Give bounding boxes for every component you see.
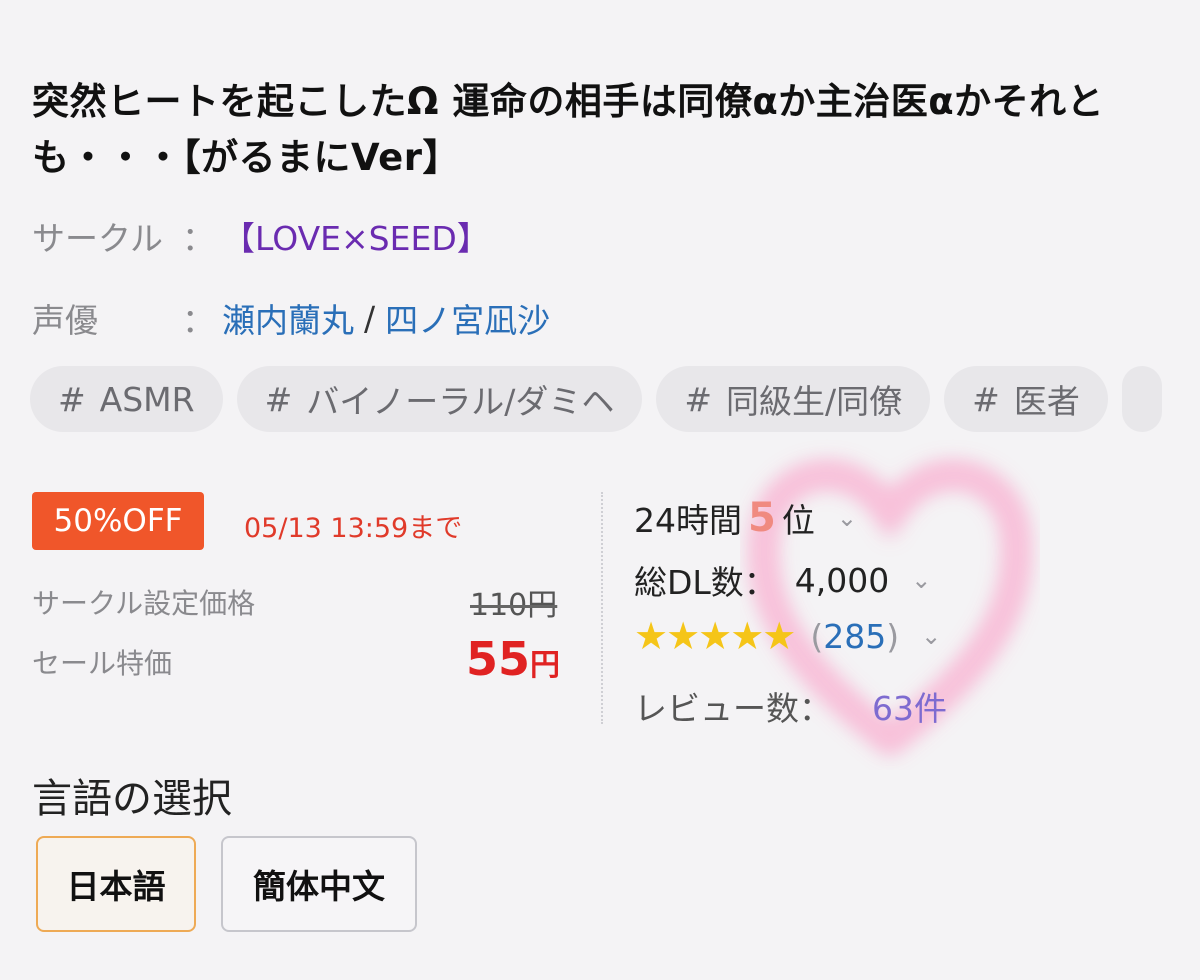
tag-chip[interactable]: # ASMR xyxy=(30,366,223,432)
sale-deadline: 05/13 13:59まで xyxy=(244,513,463,544)
circle-price-label: サークル設定価格 xyxy=(32,587,256,620)
tag-list: # ASMR # バイノーラル/ダミヘ # 同級生/同僚 # 医者 xyxy=(30,366,1200,432)
star-rating-icon: ★★★★★ xyxy=(634,614,796,658)
discount-badge: 50%OFF xyxy=(32,492,204,550)
voice-actor-link[interactable]: 瀬内蘭丸 xyxy=(222,294,354,342)
circle-link[interactable]: 【LOVE×SEED】 xyxy=(222,212,490,260)
circle-colon: ： xyxy=(182,219,215,258)
hash-icon: # xyxy=(684,379,713,419)
sale-price-number: 55 xyxy=(466,632,531,686)
rank-suffix: 位 xyxy=(781,501,815,540)
tag-chip[interactable]: # 同級生/同僚 xyxy=(656,366,931,432)
downloads-label: 総DL数： xyxy=(634,563,777,602)
tag-chip-partial[interactable] xyxy=(1121,366,1162,432)
product-title: 突然ヒートを起こしたΩ 運命の相手は同僚αか主治医αかそれとも・・・【がるまにV… xyxy=(32,80,1105,179)
tag-label: 医者 xyxy=(1013,382,1080,421)
language-option-japanese[interactable]: 日本語 xyxy=(36,836,196,932)
sale-price-label: セール特価 xyxy=(32,647,173,680)
hash-icon: # xyxy=(58,379,86,419)
language-section-title: 言語の選択 xyxy=(32,776,232,822)
tag-label: 同級生/同僚 xyxy=(726,382,903,421)
rank-number: 5 xyxy=(748,495,776,541)
sale-price: 55円 xyxy=(466,632,560,686)
tag-label: ASMR xyxy=(99,379,195,419)
tag-chip[interactable]: # 医者 xyxy=(944,366,1108,432)
rating-paren-open: ( xyxy=(810,616,824,656)
hash-icon: # xyxy=(972,379,1000,419)
section-divider xyxy=(601,492,603,724)
tag-label: バイノーラル/ダミヘ xyxy=(306,382,615,421)
voice-actor-label: 声優 xyxy=(32,301,98,340)
circle-row: サークル ： 【LOVE×SEED】 xyxy=(32,212,490,260)
sale-price-unit: 円 xyxy=(530,648,561,683)
language-option-chinese[interactable]: 簡体中文 xyxy=(221,836,417,932)
voice-actor-link[interactable]: 四ノ宮凪沙 xyxy=(385,294,550,342)
rating-count: 285 xyxy=(823,616,887,656)
circle-price: 110円 xyxy=(470,588,558,623)
downloads-value: 4,000 xyxy=(794,560,890,600)
voice-actor-row: 声優 ： 瀬内蘭丸 / 四ノ宮凪沙 xyxy=(32,294,550,342)
ranking-stat[interactable]: 24時間 5 位 ⌄ xyxy=(634,494,857,542)
chevron-down-icon: ⌄ xyxy=(836,504,857,532)
hash-icon: # xyxy=(264,379,293,419)
reviews-label: レビュー数： xyxy=(634,689,832,728)
voice-actor-separator: / xyxy=(364,298,376,338)
voice-actor-colon: ： xyxy=(182,301,215,340)
rating-paren-close: ) xyxy=(886,616,900,656)
chevron-down-icon: ⌄ xyxy=(921,622,942,650)
rating-stat[interactable]: ★★★★★ ( 285 ) ⌄ xyxy=(634,614,941,658)
tag-chip[interactable]: # バイノーラル/ダミヘ xyxy=(236,366,643,432)
rank-prefix: 24時間 xyxy=(634,501,742,540)
downloads-stat[interactable]: 総DL数： 4,000 ⌄ xyxy=(634,556,931,604)
circle-label: サークル xyxy=(32,219,164,258)
chevron-down-icon: ⌄ xyxy=(911,566,932,594)
reviews-stat[interactable]: レビュー数： 63件 xyxy=(634,682,947,730)
reviews-count: 63件 xyxy=(872,689,947,728)
